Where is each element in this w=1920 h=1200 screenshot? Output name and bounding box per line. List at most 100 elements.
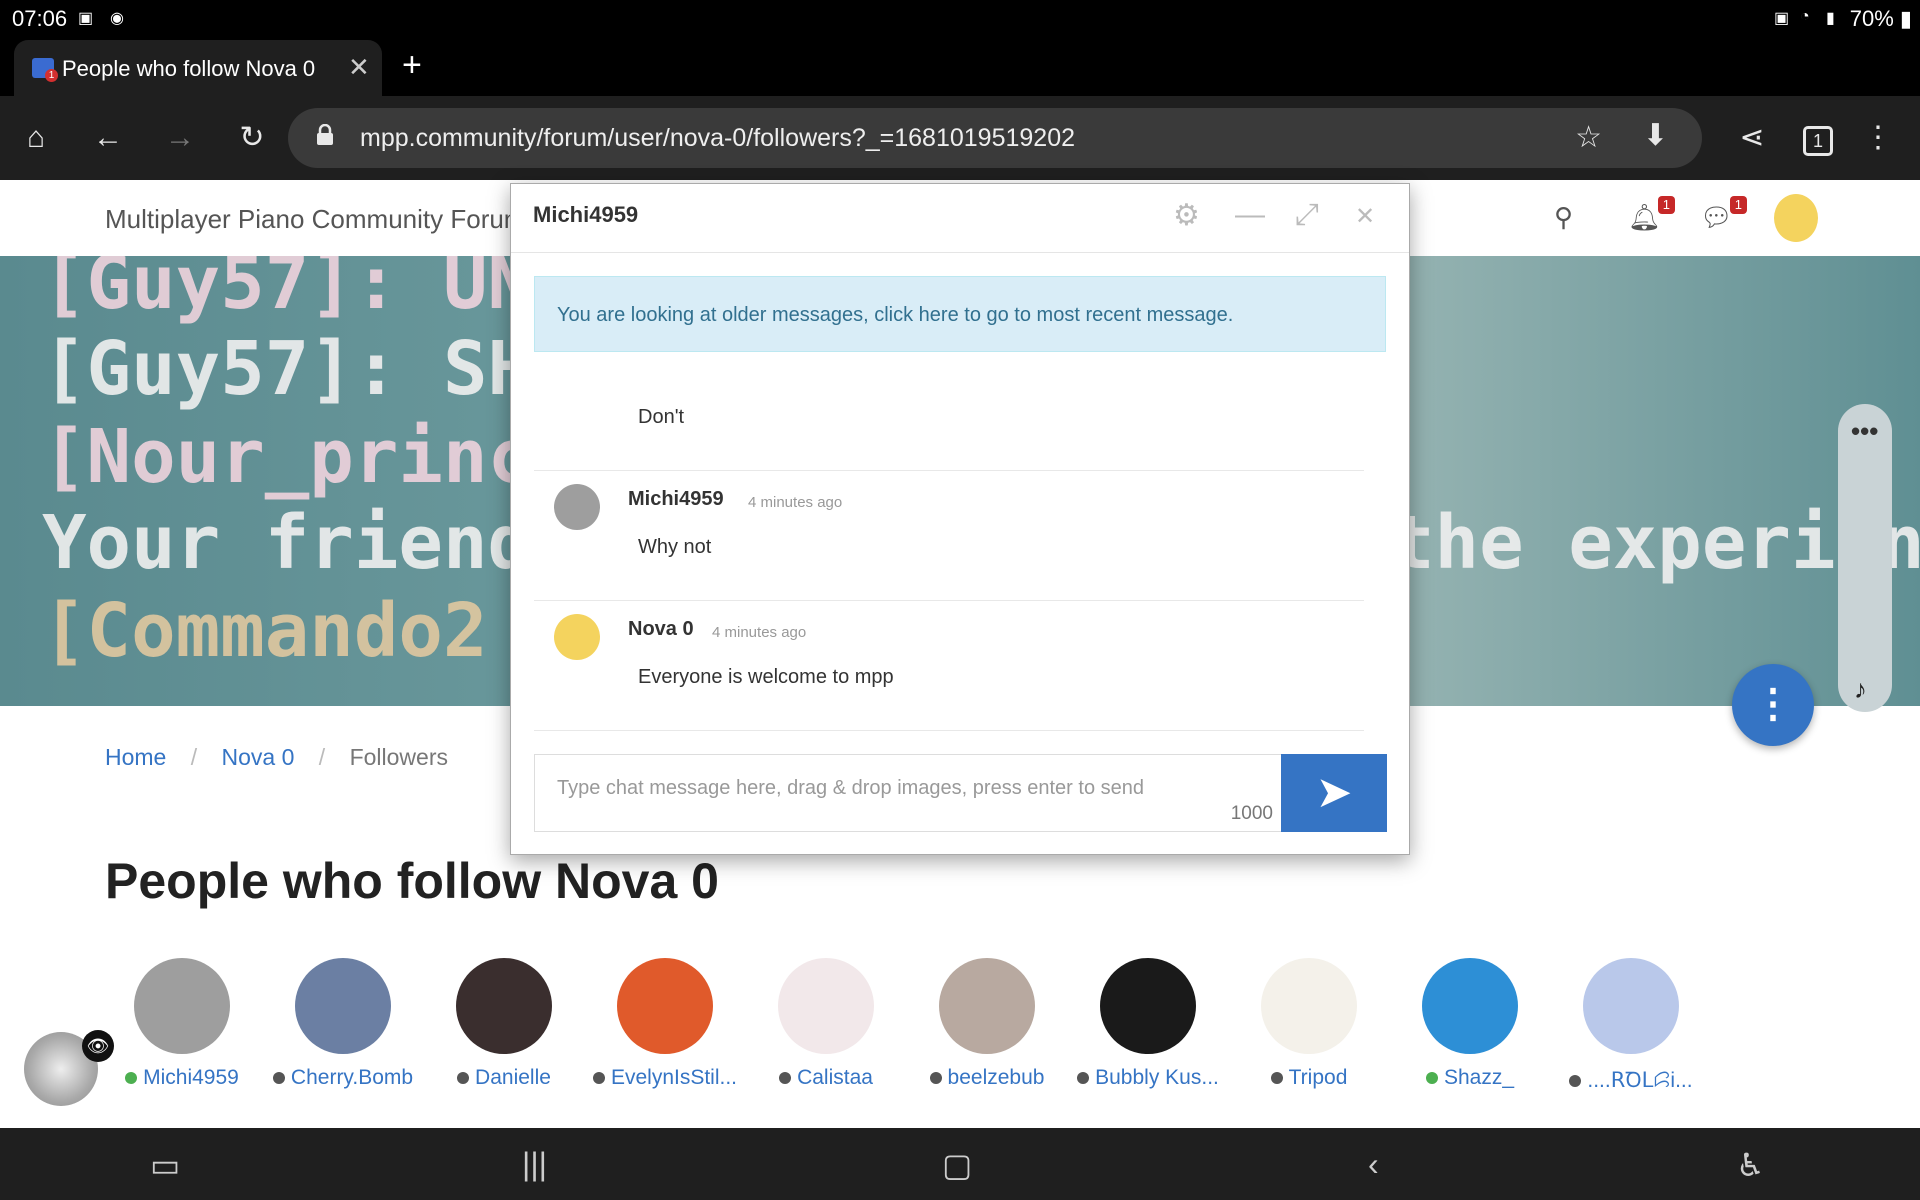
user-avatar[interactable] <box>1774 194 1818 242</box>
music-note-icon[interactable]: ♪ <box>1854 674 1867 705</box>
browser-tab[interactable]: 1 People who follow Nova 0 ✕ <box>14 40 382 96</box>
follower-name[interactable]: Danielle <box>475 1066 551 1089</box>
follower-avatar[interactable] <box>1261 958 1357 1054</box>
follower-card[interactable]: Michi4959 <box>107 958 257 1090</box>
follower-avatar[interactable] <box>456 958 552 1054</box>
message-author[interactable]: Michi4959 <box>628 488 724 511</box>
breadcrumb-separator: / <box>318 744 326 770</box>
more-menu-icon[interactable]: ⋮ <box>1858 118 1898 158</box>
gallery-icon: ▣ <box>78 10 94 27</box>
breadcrumb-user[interactable]: Nova 0 <box>222 744 295 770</box>
follower-avatar[interactable] <box>778 958 874 1054</box>
status-dot <box>272 1072 285 1085</box>
share-icon[interactable]: ⋖ <box>1732 118 1772 158</box>
recent-screen-icon[interactable]: ▭ <box>150 1146 180 1184</box>
breadcrumb: Home / Nova 0 / Followers <box>105 744 448 771</box>
chat-message: Nova 0 4 minutes ago Everyone is welcome… <box>534 600 1364 731</box>
wifi-icon: ◔ <box>1800 8 1810 25</box>
android-nav-bar: ▭ ||| ▢ ‹ ♿︎ <box>0 1128 1920 1200</box>
forum-brand[interactable]: Multiplayer Piano Community Forum <box>105 204 525 235</box>
breadcrumb-home[interactable]: Home <box>105 744 166 770</box>
tab-close-icon[interactable]: ✕ <box>348 52 370 83</box>
favicon-icon: 1 <box>32 58 58 82</box>
forward-icon[interactable]: → <box>160 118 200 158</box>
chat-input-placeholder: Type chat message here, drag & drop imag… <box>557 777 1144 799</box>
follower-avatar[interactable] <box>1583 958 1679 1054</box>
more-icon[interactable]: ••• <box>1851 416 1878 447</box>
follower-name[interactable]: EvelynIsStil... <box>611 1066 737 1089</box>
expand-icon[interactable]: ⤢ <box>1295 198 1319 232</box>
message-time: 4 minutes ago <box>712 624 807 641</box>
accessibility-icon[interactable]: ♿︎ <box>1736 1146 1765 1184</box>
follower-card[interactable]: Cherry.Bomb <box>268 958 418 1090</box>
chat-input[interactable]: Type chat message here, drag & drop imag… <box>534 754 1282 832</box>
message-avatar[interactable] <box>554 614 600 660</box>
follower-card[interactable]: EvelynIsStil... <box>590 958 740 1090</box>
follower-name[interactable]: Calistaa <box>797 1066 873 1089</box>
recents-icon[interactable]: ||| <box>522 1146 547 1183</box>
follower-card[interactable]: Danielle <box>429 958 579 1090</box>
follower-avatar[interactable] <box>295 958 391 1054</box>
side-widget[interactable]: ••• ♪ <box>1838 404 1892 712</box>
reload-icon[interactable]: ↻ <box>232 118 272 158</box>
notifications-badge: 1 <box>1657 196 1676 214</box>
signal-icon: ▮ <box>1826 10 1835 27</box>
notifications-icon[interactable]: 🔔︎ 1 <box>1628 196 1676 233</box>
search-icon[interactable]: ⚲ <box>1554 202 1573 233</box>
send-button[interactable]: ➤ <box>1281 754 1387 832</box>
chat-message: Michi4959 4 minutes ago Why not <box>534 470 1364 601</box>
tab-title: People who follow Nova 0 <box>62 56 316 81</box>
follower-card[interactable]: Shazz_ <box>1395 958 1545 1090</box>
follower-name[interactable]: Tripod <box>1289 1066 1348 1089</box>
status-dot <box>1270 1072 1283 1085</box>
follower-avatar[interactable] <box>1100 958 1196 1054</box>
follower-name[interactable]: Bubbly Kus... <box>1095 1066 1219 1089</box>
message-avatar[interactable] <box>554 484 600 530</box>
gear-icon[interactable]: ⚙ <box>1173 198 1200 233</box>
char-counter: 1000 <box>1230 803 1273 824</box>
follower-card[interactable]: Tripod <box>1234 958 1384 1090</box>
follower-name[interactable]: ....ꓣꝹꓡꗱi... <box>1587 1069 1692 1092</box>
chats-icon[interactable]: 💬︎ 1 <box>1700 196 1748 233</box>
page-title: People who follow Nova 0 <box>105 853 719 909</box>
back-nav-icon[interactable]: ‹ <box>1368 1146 1379 1183</box>
follower-card[interactable]: beelzebub <box>912 958 1062 1090</box>
url-bar[interactable]: mpp.community/forum/user/nova-0/follower… <box>288 108 1702 168</box>
status-dot <box>592 1072 605 1085</box>
follower-card[interactable]: Calistaa <box>751 958 901 1090</box>
message-author[interactable]: Nova 0 <box>628 618 694 641</box>
download-icon[interactable]: ⬇ <box>1643 118 1668 153</box>
browser-toolbar: ⌂ ← → ↻ mpp.community/forum/user/nova-0/… <box>0 96 1920 180</box>
follower-avatar[interactable] <box>134 958 230 1054</box>
follower-name[interactable]: beelzebub <box>948 1066 1045 1089</box>
status-dot <box>1569 1075 1582 1088</box>
fab-menu-button[interactable]: ⋮ <box>1732 664 1814 746</box>
chat-title: Michi4959 <box>533 202 639 227</box>
follower-name[interactable]: Shazz_ <box>1444 1066 1514 1089</box>
back-icon[interactable]: ← <box>88 118 128 158</box>
follower-name[interactable]: Cherry.Bomb <box>291 1066 413 1089</box>
tab-switcher-button[interactable]: 1 <box>1798 118 1838 158</box>
follower-avatar[interactable] <box>939 958 1035 1054</box>
follower-card[interactable]: ....ꓣꝹꓡꗱi... <box>1556 958 1706 1094</box>
bookmark-star-icon[interactable]: ☆ <box>1575 120 1602 155</box>
status-bar: 07:06 ▣ ◉ ▣ ◔ ▮ 70% ▮ <box>0 0 1920 36</box>
message-time: 4 minutes ago <box>748 494 843 511</box>
status-dot <box>1425 1072 1438 1085</box>
presence-avatar[interactable]: 👁︎ <box>24 1030 114 1106</box>
older-messages-notice[interactable]: You are looking at older messages, click… <box>534 276 1386 352</box>
status-dot <box>1077 1072 1090 1085</box>
cover-line: [Nour_prince <box>42 414 577 500</box>
message-text: Don't <box>638 406 685 428</box>
follower-avatar[interactable] <box>617 958 713 1054</box>
chat-message: Don't <box>534 374 1364 471</box>
home-nav-icon[interactable]: ▢ <box>942 1146 972 1184</box>
chat-header: Michi4959 ⚙ — ⤢ ✕ <box>511 184 1409 253</box>
home-icon[interactable]: ⌂ <box>16 118 56 158</box>
minimize-icon[interactable]: — <box>1235 198 1265 232</box>
follower-card[interactable]: Bubbly Kus... <box>1073 958 1223 1090</box>
new-tab-icon[interactable]: + <box>402 46 422 85</box>
follower-name[interactable]: Michi4959 <box>143 1066 239 1089</box>
close-icon[interactable]: ✕ <box>1355 202 1375 231</box>
follower-avatar[interactable] <box>1422 958 1518 1054</box>
